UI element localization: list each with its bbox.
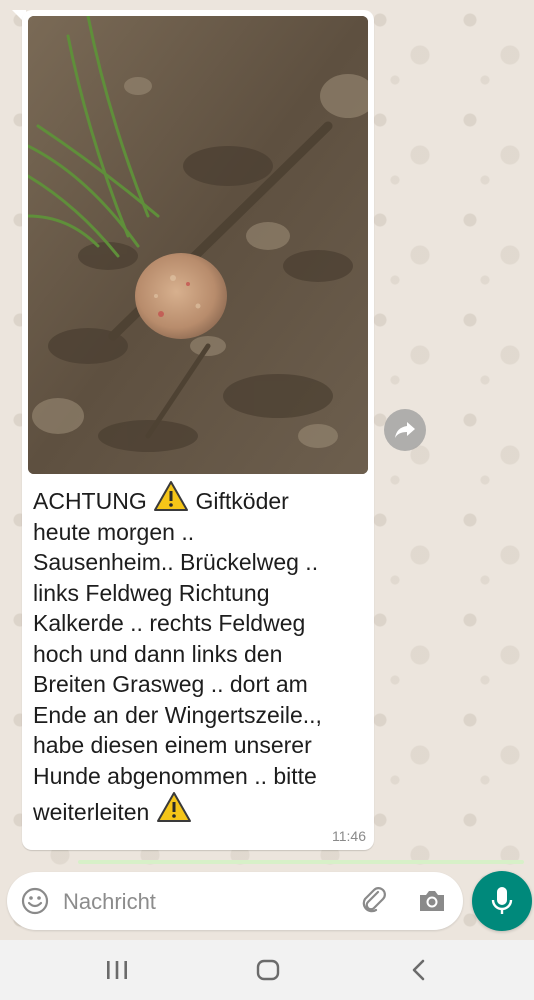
message-line: Hunde abgenommen .. bitte <box>33 761 369 792</box>
message-line: habe diesen einem unserer <box>33 730 369 761</box>
camera-icon[interactable] <box>417 887 447 915</box>
microphone-icon <box>491 887 513 914</box>
warning-icon <box>156 792 191 822</box>
message-line: heute morgen .. <box>33 517 369 548</box>
photo-image <box>28 16 368 474</box>
message-line: Kalkerde .. rechts Feldweg <box>33 608 369 639</box>
message-input[interactable] <box>61 884 345 920</box>
message-line: links Feldweg Richtung <box>33 578 369 609</box>
forward-button[interactable] <box>384 409 426 451</box>
message-line-text: ACHTUNG <box>33 488 154 514</box>
message-line-text: hoch und dann links den <box>33 640 283 667</box>
message-line-text: heute morgen .. <box>33 518 195 545</box>
message-photo[interactable] <box>28 16 368 474</box>
message-line: ACHTUNG Giftköder <box>33 480 369 517</box>
message-line: Ende an der Wingertszeile.., <box>33 700 369 731</box>
message-line-text: habe diesen einem unserer <box>33 732 312 758</box>
message-line-text: Giftköder <box>189 488 289 514</box>
message-line-text: Kalkerde .. rechts Feldweg <box>33 610 306 636</box>
forward-icon <box>395 422 415 438</box>
message-text: ACHTUNG Giftköder heute morgen .. Sausenhe… <box>33 480 369 828</box>
message-time: 11:46 <box>332 828 366 844</box>
message-line: hoch und dann links den <box>33 639 369 670</box>
message-input-bar <box>7 872 463 930</box>
microphone-button[interactable] <box>472 871 532 931</box>
message-line-text: Ende an der Wingertszeile.., <box>33 701 322 728</box>
recents-icon[interactable] <box>106 960 128 980</box>
message-line-text: links Feldweg Richtung <box>33 579 270 606</box>
message-line-text: Hunde abgenommen .. bitte <box>33 762 317 789</box>
message-line-text: Sausenheim.. Brückelweg .. <box>33 549 319 575</box>
warning-icon <box>154 481 189 511</box>
message-line-text: Breiten Grasweg .. dort am <box>33 671 308 697</box>
home-icon[interactable] <box>256 959 280 981</box>
message-bubble[interactable]: ACHTUNG Giftköder heute morgen .. Sausenhe… <box>22 10 374 850</box>
message-line-text: weiterleiten <box>33 799 156 825</box>
message-line: Breiten Grasweg .. dort am <box>33 669 369 700</box>
system-navigation-bar <box>0 940 534 1000</box>
emoji-icon[interactable] <box>21 887 49 915</box>
back-icon[interactable] <box>410 959 428 981</box>
message-line: weiterleiten <box>33 791 369 828</box>
scroll-indicator <box>78 860 524 864</box>
message-line: Sausenheim.. Brückelweg .. <box>33 547 369 578</box>
paperclip-icon[interactable] <box>359 886 389 916</box>
